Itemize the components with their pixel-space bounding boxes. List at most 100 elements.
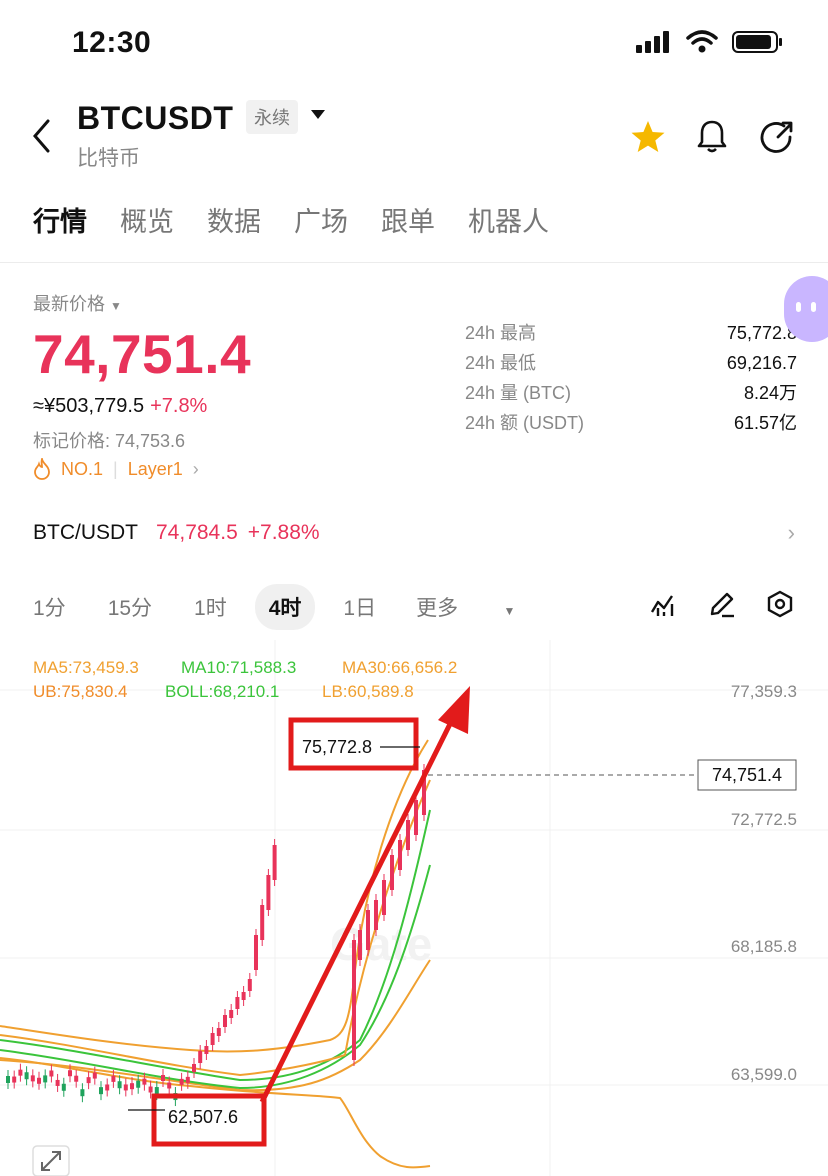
candle	[185, 1076, 190, 1083]
candle	[192, 1064, 196, 1072]
current-price-tag: 74,751.4	[712, 765, 782, 785]
interval-more[interactable]: 更多 ▼	[416, 592, 557, 622]
candle	[99, 1087, 103, 1095]
stat-label: 24h 额 (USDT)	[465, 413, 585, 433]
tag-rank[interactable]: NO.1	[61, 459, 103, 480]
spot-pair-row[interactable]: BTC/USDT 74,784.5 +7.88% ›	[33, 520, 795, 546]
stat-row: 24h 最低 69,216.7	[465, 348, 797, 378]
caret-down-icon: ▼	[110, 299, 122, 313]
legend-ma30: MA30:66,656.2	[342, 658, 457, 677]
tag-separator: |	[113, 458, 118, 479]
candle	[352, 940, 356, 1060]
candle	[18, 1069, 23, 1076]
candle	[229, 1010, 234, 1018]
price-chart[interactable]: MA5:73,459.3 MA10:71,588.3 MA30:66,656.2…	[0, 640, 828, 1176]
y-axis-label: 68,185.8	[731, 937, 797, 956]
assistant-bubble[interactable]	[784, 276, 828, 342]
symbol-subtitle: 比特币	[77, 147, 140, 170]
candle	[374, 900, 378, 930]
tab-square[interactable]: 广场	[294, 200, 348, 239]
tab-bot[interactable]: 机器人	[468, 200, 549, 239]
bell-icon[interactable]	[696, 118, 728, 154]
main-tabs: 行情 概览 数据 广场 跟单 机器人	[33, 200, 549, 239]
symbol-dropdown-icon[interactable]	[311, 110, 325, 119]
tab-overview[interactable]: 概览	[120, 200, 174, 239]
star-icon[interactable]	[630, 120, 666, 154]
legend-boll: BOLL:68,210.1	[165, 682, 279, 701]
candle	[154, 1087, 159, 1095]
legend-ma10: MA10:71,588.3	[181, 658, 296, 677]
candle	[241, 992, 246, 1000]
candle	[105, 1084, 110, 1091]
candle	[167, 1082, 172, 1089]
candle	[366, 910, 370, 950]
status-time: 12:30	[72, 26, 152, 59]
price-change: +7.8%	[150, 395, 208, 417]
candle	[210, 1033, 215, 1045]
legend-ub: UB:75,830.4	[33, 682, 128, 701]
divider	[0, 262, 828, 263]
candle	[216, 1028, 221, 1036]
candle	[49, 1070, 54, 1077]
candle	[12, 1076, 17, 1083]
caret-down-icon: ▼	[500, 604, 516, 618]
y-axis-label: 72,772.5	[731, 810, 797, 829]
stat-row: 24h 最高 75,772.8	[465, 318, 797, 348]
candle	[92, 1072, 97, 1079]
interval-more-label: 更多	[416, 597, 459, 620]
symbol-title[interactable]: BTCUSDT	[77, 100, 233, 137]
candle	[254, 935, 258, 970]
trend-arrow-head	[438, 686, 470, 734]
candle	[136, 1080, 141, 1088]
spot-change: +7.88%	[247, 521, 320, 544]
interval-15m[interactable]: 15分	[108, 592, 152, 622]
expand-icon[interactable]	[32, 1145, 70, 1176]
candle	[414, 800, 418, 835]
candle	[123, 1084, 128, 1091]
indicator-icon[interactable]	[650, 590, 678, 618]
settings-hexagon-icon[interactable]	[766, 590, 794, 618]
candle	[406, 820, 410, 850]
interval-1h[interactable]: 1时	[194, 592, 227, 622]
y-axis-label: 63,599.0	[731, 1065, 797, 1084]
candle	[260, 905, 265, 940]
stat-label: 24h 最高	[465, 323, 537, 343]
candle	[161, 1075, 165, 1082]
candle	[111, 1075, 116, 1082]
stat-label: 24h 最低	[465, 353, 537, 373]
candle	[30, 1075, 35, 1082]
legend-lb: LB:60,589.8	[322, 682, 414, 701]
interval-1d[interactable]: 1日	[343, 592, 376, 622]
candle	[358, 930, 362, 960]
candle	[37, 1077, 41, 1084]
candle	[6, 1076, 10, 1083]
last-price: 74,751.4	[33, 323, 252, 385]
low-annotation: 62,507.6	[168, 1107, 238, 1127]
status-icons	[636, 30, 784, 54]
tab-data[interactable]: 数据	[207, 200, 261, 239]
tag-category[interactable]: Layer1	[128, 459, 183, 480]
stats-panel: 24h 最高 75,772.8 24h 最低 69,216.7 24h 量 (BTC…	[465, 318, 797, 438]
chat-face-icon	[796, 302, 816, 312]
candle	[74, 1075, 79, 1082]
wifi-icon	[686, 30, 718, 53]
candle	[204, 1046, 209, 1054]
candle	[266, 875, 271, 910]
share-icon[interactable]	[760, 120, 794, 154]
chevron-right-icon[interactable]: ›	[193, 459, 199, 480]
candle	[382, 880, 386, 915]
tags-row: NO.1 | Layer1 ›	[33, 458, 199, 480]
watermark-logo: Gate	[330, 918, 432, 970]
stat-label: 24h 量 (BTC)	[465, 383, 572, 403]
tab-market[interactable]: 行情	[33, 200, 87, 239]
price-cny-value: ≈¥503,779.5	[33, 395, 145, 417]
flame-icon	[34, 458, 50, 480]
back-button[interactable]	[30, 118, 54, 161]
price-cny: ≈¥503,779.5 +7.8%	[33, 395, 207, 418]
interval-1m[interactable]: 1分	[33, 592, 66, 622]
tab-copy-trade[interactable]: 跟单	[381, 200, 435, 239]
draw-pencil-icon[interactable]	[708, 590, 736, 618]
interval-4h[interactable]: 4时	[254, 584, 316, 630]
latest-price-label[interactable]: 最新价格 ▼	[33, 290, 122, 316]
candle	[223, 1015, 227, 1027]
